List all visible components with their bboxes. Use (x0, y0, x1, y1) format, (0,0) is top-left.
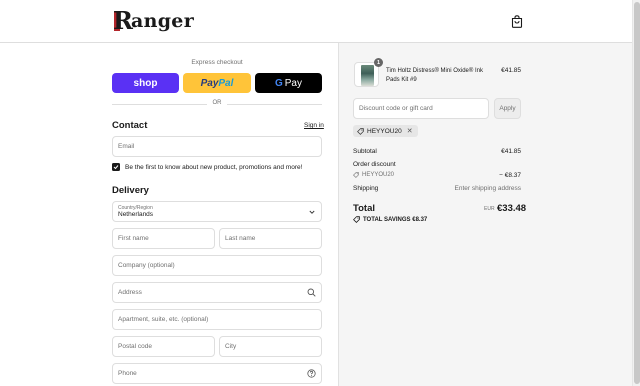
remove-discount-icon[interactable]: ✕ (407, 127, 413, 135)
chevron-down-icon (309, 210, 315, 214)
discount-input[interactable] (359, 105, 488, 112)
paypal-label-pay: Pay (200, 77, 219, 89)
google-pay-button[interactable]: G Pay (255, 73, 322, 93)
logo-initial: R (113, 6, 133, 35)
company-input[interactable] (118, 262, 321, 269)
google-g-icon: G (274, 77, 283, 89)
logo-text: anger (131, 10, 195, 32)
google-pay-label: Pay (284, 77, 302, 89)
city-field[interactable] (219, 336, 322, 357)
shop-pay-label: shop (133, 77, 158, 89)
email-field[interactable] (112, 136, 322, 157)
total-savings-label: TOTAL SAVINGS (363, 216, 411, 223)
subtotal-label: Subtotal (353, 148, 377, 155)
total-label: Total (353, 203, 375, 214)
product-image (361, 65, 374, 86)
total-savings-value: €8.37 (412, 216, 428, 223)
company-field[interactable] (112, 255, 322, 276)
shop-pay-button[interactable]: shop (112, 73, 179, 93)
logo-mark: R (112, 6, 133, 35)
apartment-field[interactable] (112, 309, 322, 330)
phone-field[interactable] (112, 363, 322, 384)
express-checkout-label: Express checkout (191, 59, 243, 66)
tag-icon (353, 216, 360, 223)
or-label: OR (212, 100, 222, 106)
applied-discount-code: HEYYOU20 (367, 127, 402, 135)
shipping-value: Enter shipping address (454, 185, 522, 192)
apply-button[interactable]: Apply (494, 98, 521, 119)
discount-field[interactable] (353, 98, 489, 119)
address-field[interactable] (112, 282, 322, 303)
country-value: Netherlands (118, 211, 154, 218)
city-input[interactable] (225, 343, 321, 350)
shopping-bag-icon[interactable] (511, 15, 523, 28)
postal-code-field[interactable] (112, 336, 215, 357)
delivery-title: Delivery (112, 185, 149, 196)
or-divider: OR (112, 100, 322, 108)
email-input[interactable] (118, 143, 321, 150)
order-summary-panel (338, 43, 640, 386)
product-name: Tim Holtz Distress® Mini Oxide® Ink Pads… (386, 68, 483, 83)
newsletter-label: Be the first to know about new product, … (125, 163, 303, 171)
last-name-input[interactable] (225, 235, 321, 242)
phone-input[interactable] (118, 370, 321, 377)
contact-title: Contact (112, 120, 148, 131)
postal-code-input[interactable] (118, 343, 214, 350)
search-icon (307, 288, 316, 297)
newsletter-checkbox[interactable] (112, 163, 120, 171)
first-name-input[interactable] (118, 235, 214, 242)
first-name-field[interactable] (112, 228, 215, 249)
newsletter-option[interactable]: Be the first to know about new product, … (112, 163, 302, 171)
ranger-logo[interactable]: R anger (112, 6, 195, 35)
order-discount-label: Order discount (353, 161, 396, 168)
tag-icon (353, 172, 359, 178)
total-value: €33.48 (497, 203, 527, 214)
address-input[interactable] (118, 289, 321, 296)
header: R anger (0, 0, 640, 43)
product-price: €41.85 (501, 67, 521, 74)
shipping-label: Shipping (353, 185, 379, 192)
applied-discount-tag: HEYYOU20 ✕ (353, 125, 418, 137)
order-discount-code-text: HEYYOU20 (362, 172, 395, 178)
apartment-input[interactable] (118, 316, 321, 323)
country-select[interactable]: Country/Region Netherlands (112, 201, 322, 222)
total-currency: EUR (484, 206, 495, 212)
order-discount-value: − €8.37 (499, 172, 521, 179)
last-name-field[interactable] (219, 228, 322, 249)
paypal-label-pal: Pal (218, 77, 234, 89)
quantity-badge: 1 (374, 58, 383, 67)
total-savings: TOTAL SAVINGS €8.37 (353, 216, 427, 223)
checkmark-icon (113, 165, 119, 170)
subtotal-value: €41.85 (501, 148, 521, 155)
paypal-button[interactable]: Pay Pal (183, 73, 251, 93)
scrollbar[interactable] (632, 0, 640, 386)
scrollbar-thumb[interactable] (634, 2, 640, 384)
sign-in-link[interactable]: Sign in (304, 122, 324, 129)
help-icon[interactable] (307, 369, 316, 378)
tag-icon (357, 127, 364, 135)
order-discount-code: HEYYOU20 (353, 172, 394, 178)
